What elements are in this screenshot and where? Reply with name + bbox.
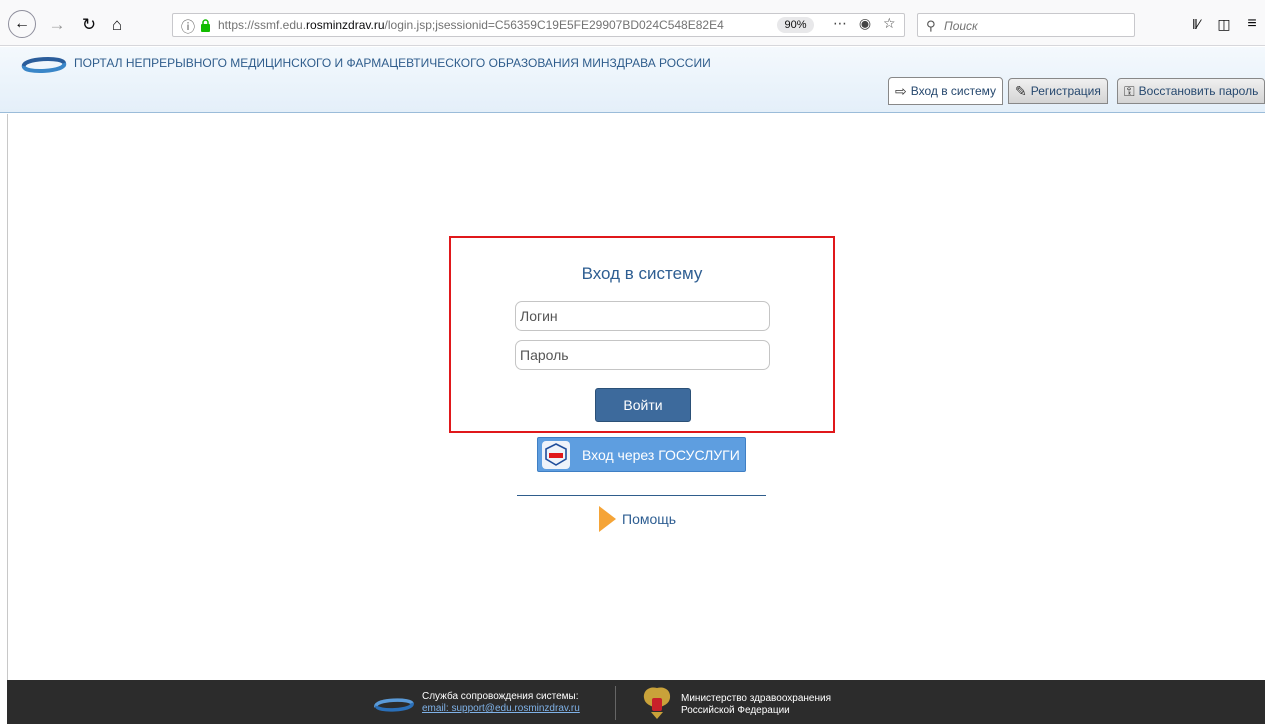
key-icon: ⚿ bbox=[1124, 82, 1135, 99]
edit-icon: ✎ bbox=[1015, 82, 1027, 99]
page-actions[interactable]: ⋯ ◉ ☆ bbox=[833, 15, 900, 32]
login-input[interactable] bbox=[515, 301, 770, 331]
forward-button[interactable]: → bbox=[46, 13, 68, 35]
home-button[interactable]: ⌂ bbox=[106, 13, 128, 35]
portal-logo-icon bbox=[374, 698, 414, 712]
tab-registration[interactable]: ✎ Регистрация bbox=[1008, 78, 1108, 104]
login-button[interactable]: Войти bbox=[595, 388, 691, 422]
lock-icon bbox=[201, 19, 210, 32]
zoom-level-badge[interactable]: 90% bbox=[777, 17, 814, 33]
help-link[interactable]: Помощь bbox=[599, 506, 676, 532]
login-icon: ⇨ bbox=[895, 82, 907, 99]
footer-divider bbox=[615, 686, 616, 720]
bookmark-star-icon[interactable]: ☆ bbox=[883, 15, 900, 31]
support-email-link[interactable]: email: support@edu.rosminzdrav.ru bbox=[422, 703, 580, 714]
browser-toolbar: ← → ↻ ⌂ ⓘ https://ssmf.edu.rosminzdrav.r… bbox=[0, 0, 1265, 46]
support-info: Служба сопровождения системы: email: sup… bbox=[422, 691, 580, 714]
info-icon[interactable]: ⓘ bbox=[181, 17, 195, 37]
play-arrow-icon bbox=[599, 506, 616, 532]
portal-logo-icon bbox=[21, 56, 67, 74]
pocket-icon[interactable]: ◉ bbox=[859, 15, 875, 31]
menu-icon[interactable]: ≡ bbox=[1241, 13, 1263, 35]
search-bar[interactable]: ⚲ Поиск bbox=[917, 13, 1135, 37]
tab-login[interactable]: ⇨ Вход в систему bbox=[888, 77, 1004, 105]
divider bbox=[517, 495, 766, 496]
sidebar-icon[interactable]: ◫ bbox=[1213, 13, 1235, 35]
reload-button[interactable]: ↻ bbox=[78, 13, 100, 35]
site-header: ПОРТАЛ НЕПРЕРЫВНОГО МЕДИЦИНСКОГО И ФАРМА… bbox=[0, 47, 1265, 113]
portal-title: ПОРТАЛ НЕПРЕРЫВНОГО МЕДИЦИНСКОГО И ФАРМА… bbox=[74, 56, 711, 70]
search-icon: ⚲ bbox=[926, 18, 936, 33]
coat-of-arms-icon bbox=[643, 687, 671, 719]
tab-restore-password[interactable]: ⚿ Восстановить пароль bbox=[1117, 78, 1265, 104]
password-input[interactable] bbox=[515, 340, 770, 370]
more-actions-icon[interactable]: ⋯ bbox=[833, 15, 851, 31]
gosuslugi-login-button[interactable]: Вход через ГОСУСЛУГИ bbox=[537, 437, 746, 472]
gosuslugi-logo-icon bbox=[542, 440, 570, 469]
footer: Служба сопровождения системы: email: sup… bbox=[7, 680, 1265, 724]
ministry-info: Министерство здравоохранения Российской … bbox=[681, 693, 831, 716]
login-form: Вход в систему Войти bbox=[449, 236, 835, 433]
url-text[interactable]: https://ssmf.edu.rosminzdrav.ru/login.js… bbox=[218, 18, 773, 32]
login-title: Вход в систему bbox=[581, 264, 703, 283]
back-button[interactable]: ← bbox=[8, 10, 36, 38]
page-border bbox=[7, 114, 8, 680]
search-placeholder: Поиск bbox=[944, 19, 978, 33]
url-bar[interactable]: ⓘ https://ssmf.edu.rosminzdrav.ru/login.… bbox=[172, 13, 905, 37]
library-icon[interactable]: ‖⁄ bbox=[1185, 13, 1207, 35]
